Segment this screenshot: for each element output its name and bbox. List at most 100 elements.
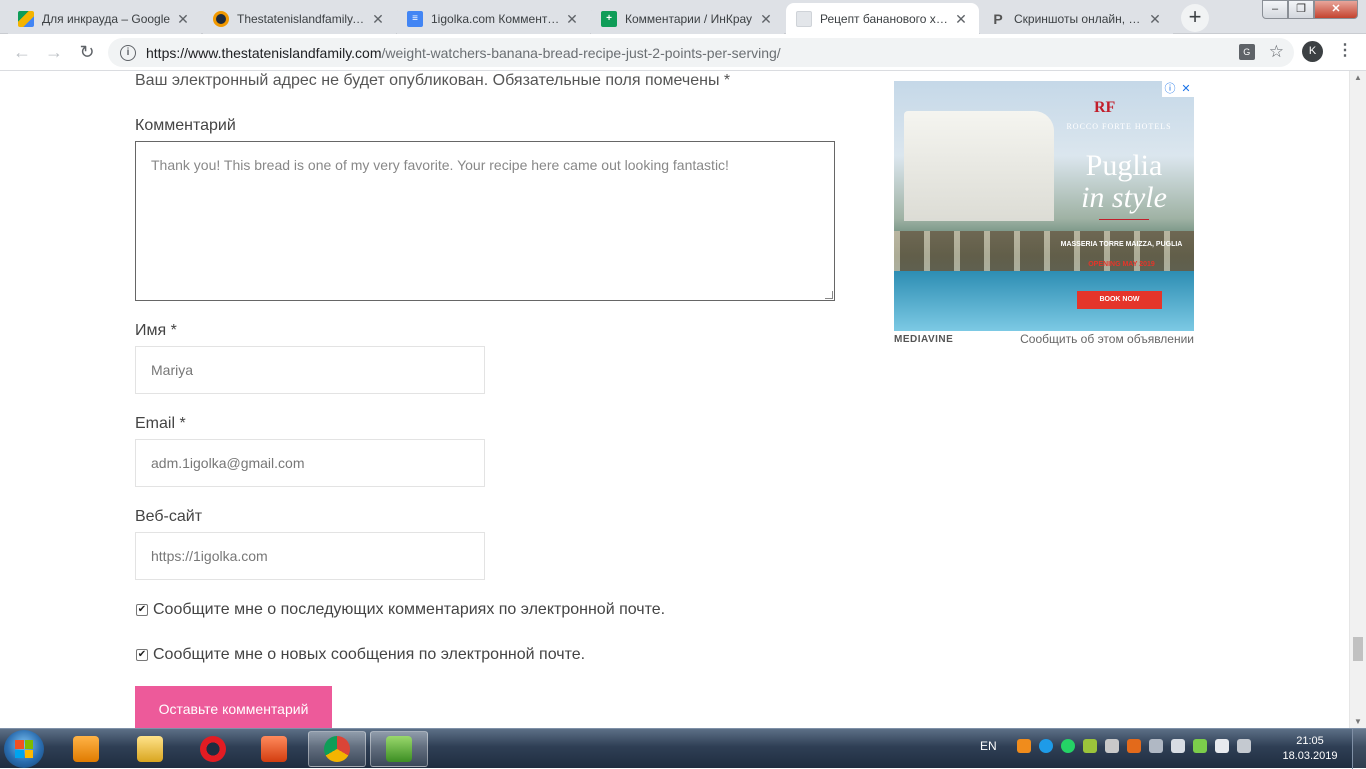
folder-icon xyxy=(137,736,163,762)
advertisement[interactable]: RF ROCCO FORTE HOTELS Puglia in style MA… xyxy=(894,81,1194,331)
media-player-icon xyxy=(73,736,99,762)
tab-google-drive[interactable]: Для инкрауда – Google ✕ xyxy=(8,3,201,34)
taskbar-opera[interactable] xyxy=(184,731,242,767)
info-icon[interactable]: i xyxy=(120,44,136,61)
power-icon[interactable] xyxy=(1192,739,1207,753)
vertical-scrollbar[interactable]: ▲ ▼ xyxy=(1349,71,1366,728)
whatsapp-icon[interactable] xyxy=(1060,739,1075,753)
submit-comment-button[interactable]: Оставьте комментарий xyxy=(135,686,332,728)
chat-icon[interactable] xyxy=(1082,739,1097,753)
close-window-button[interactable]: ✕ xyxy=(1314,0,1358,19)
adchoices[interactable]: ⓘ ✕ xyxy=(1162,81,1194,97)
screen-icon[interactable] xyxy=(1236,739,1251,753)
skype-icon[interactable] xyxy=(1038,739,1053,753)
app-icon xyxy=(386,736,412,762)
comment-label: Комментарий xyxy=(135,117,236,134)
taskbar-media-player[interactable] xyxy=(57,731,115,767)
presentation-icon xyxy=(261,736,287,762)
notify-comments-row[interactable]: ✔ Сообщите мне о последующих комментария… xyxy=(136,601,665,619)
required-fields-notice: Ваш электронный адрес не будет опубликов… xyxy=(135,72,731,89)
taskbar-presentation[interactable] xyxy=(245,731,303,767)
tab-title: Скриншоты онлайн, сер xyxy=(1014,11,1143,26)
site-icon xyxy=(213,10,229,27)
scroll-up-icon[interactable]: ▲ xyxy=(1354,73,1362,82)
menu-kebab-icon[interactable]: ⋮ xyxy=(1337,42,1353,62)
reload-button[interactable]: ↻ xyxy=(75,40,99,64)
mail-icon[interactable] xyxy=(1104,739,1119,753)
report-ad-link[interactable]: Сообщить об этом объявлении xyxy=(1020,332,1194,346)
ad-close-icon[interactable]: ✕ xyxy=(1178,81,1194,97)
tab-title: Thestatenislandfamily.co xyxy=(237,11,366,26)
close-icon[interactable]: ✕ xyxy=(758,11,774,27)
action-center-icon[interactable] xyxy=(1214,739,1229,753)
windows-logo-icon xyxy=(15,740,33,758)
clock[interactable]: 21:05 18.03.2019 xyxy=(1282,734,1338,764)
ad-brand: ROCCO FORTE HOTELS xyxy=(1066,122,1172,131)
avast-icon[interactable] xyxy=(1016,739,1031,753)
adchoices-info-icon[interactable]: ⓘ xyxy=(1162,81,1178,97)
notify-posts-row[interactable]: ✔ Сообщите мне о новых сообщения по элек… xyxy=(136,646,585,664)
taskbar-chrome[interactable] xyxy=(308,731,366,767)
tab-title: Комментарии / ИнКрау xyxy=(625,11,753,26)
taskbar-app[interactable] xyxy=(370,731,428,767)
comment-textarea[interactable]: Thank you! This bread is one of my very … xyxy=(135,141,835,301)
website-field[interactable]: https://1igolka.com xyxy=(135,532,485,580)
tab-google-docs[interactable]: ≡ 1igolka.com Комментар ✕ xyxy=(397,3,590,34)
close-icon[interactable]: ✕ xyxy=(564,11,580,27)
ad-footer: MEDIAVINE Сообщить об этом объявлении xyxy=(894,332,1194,346)
ad-book-now-button[interactable]: BOOK NOW xyxy=(1077,291,1162,309)
minimize-button[interactable]: ‒ xyxy=(1262,0,1288,19)
close-icon[interactable]: ✕ xyxy=(953,11,969,27)
mediavine-logo: MEDIAVINE xyxy=(894,333,954,345)
forward-button[interactable]: → xyxy=(42,40,66,64)
close-icon[interactable]: ✕ xyxy=(370,11,386,27)
address-bar[interactable]: i https://www.thestatenislandfamily.com/… xyxy=(108,38,1294,67)
notify-posts-label: Сообщите мне о новых сообщения по электр… xyxy=(153,646,586,663)
show-desktop-button[interactable] xyxy=(1352,729,1366,769)
page-icon xyxy=(796,11,812,27)
name-field[interactable]: Mariya xyxy=(135,346,485,394)
tab-google-sheets[interactable]: + Комментарии / ИнКрау ✕ xyxy=(591,3,784,34)
back-button[interactable]: ← xyxy=(10,40,34,64)
opera-icon xyxy=(200,736,226,762)
speaker-alert-icon[interactable] xyxy=(1126,739,1141,753)
google-docs-icon: ≡ xyxy=(407,10,423,27)
website-label: Веб-сайт xyxy=(135,508,203,525)
close-icon[interactable]: ✕ xyxy=(1147,11,1163,27)
email-field[interactable]: adm.1igolka@gmail.com xyxy=(135,439,485,487)
tab-screenshots[interactable]: P Скриншоты онлайн, сер ✕ xyxy=(980,3,1173,34)
google-sheets-icon: + xyxy=(601,10,617,27)
tab-thestatenislandfamily[interactable]: Thestatenislandfamily.co ✕ xyxy=(203,3,396,34)
new-tab-button[interactable]: + xyxy=(1181,4,1209,32)
tab-title: Для инкрауда – Google xyxy=(42,11,171,26)
profile-avatar[interactable]: K xyxy=(1302,41,1323,62)
windows-taskbar: EN 21:05 18.03.2019 xyxy=(0,728,1366,769)
tab-strip: Для инкрауда – Google ✕ Thestatenislandf… xyxy=(0,0,1366,35)
rocco-forte-logo-icon: RF xyxy=(1094,99,1116,116)
scroll-down-icon[interactable]: ▼ xyxy=(1354,717,1362,726)
notify-posts-checkbox[interactable]: ✔ xyxy=(136,649,148,661)
start-button[interactable] xyxy=(4,730,44,768)
system-tray: EN xyxy=(980,739,1251,753)
taskbar-explorer[interactable] xyxy=(121,731,179,767)
network-icon[interactable] xyxy=(1148,739,1163,753)
notify-comments-checkbox[interactable]: ✔ xyxy=(136,604,148,616)
page-content: Ваш электронный адрес не будет опубликов… xyxy=(0,71,1349,728)
url-text[interactable]: https://www.thestatenislandfamily.com/we… xyxy=(146,45,781,61)
close-icon[interactable]: ✕ xyxy=(175,11,191,27)
tab-active-recipe[interactable]: Рецепт бананового хле ✕ xyxy=(786,3,979,35)
scrollbar-thumb[interactable] xyxy=(1353,637,1363,661)
maximize-button[interactable]: ❐ xyxy=(1288,0,1314,19)
name-label: Имя * xyxy=(135,322,177,339)
google-drive-icon xyxy=(18,10,34,27)
tab-title: 1igolka.com Комментар xyxy=(431,11,560,26)
bookmark-star-icon[interactable]: ☆ xyxy=(1269,43,1284,61)
notify-comments-label: Сообщите мне о последующих комментариях … xyxy=(153,601,666,618)
volume-icon[interactable] xyxy=(1170,739,1185,753)
email-label: Email * xyxy=(135,415,186,432)
translate-icon[interactable]: G xyxy=(1238,44,1255,60)
resize-grip-icon[interactable] xyxy=(825,291,833,299)
clock-time: 21:05 xyxy=(1296,735,1324,747)
language-indicator[interactable]: EN xyxy=(980,739,997,753)
window-controls: ‒ ❐ ✕ xyxy=(1262,0,1358,19)
